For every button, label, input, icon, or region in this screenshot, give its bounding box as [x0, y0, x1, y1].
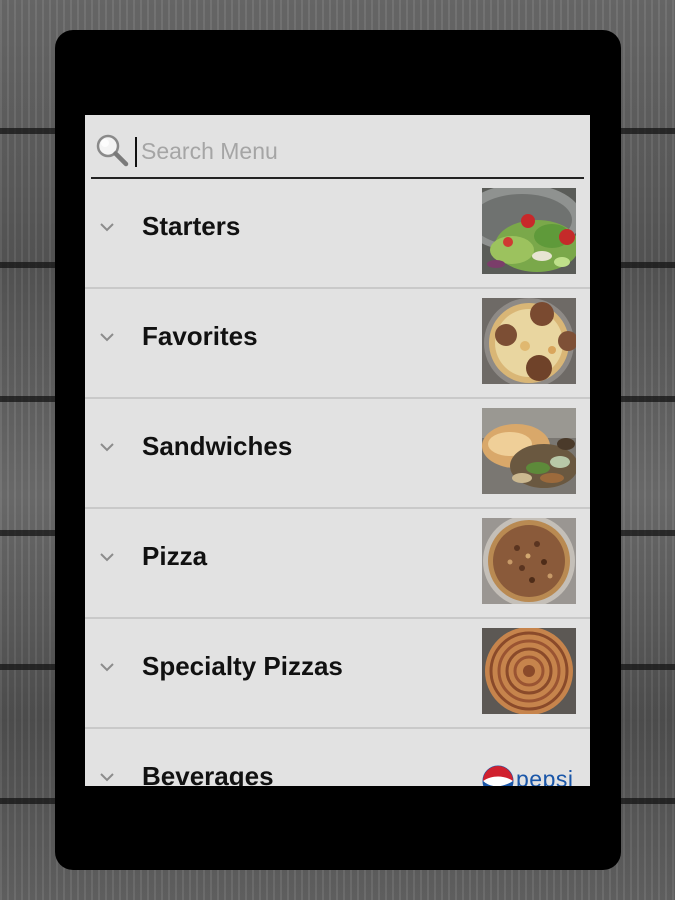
sausage-pizza-photo — [482, 518, 576, 604]
pinwheel-pizza-photo — [482, 628, 576, 714]
menu-category-list: Starters Favorites Sandwiches Pizza Spec… — [85, 179, 590, 786]
salad-photo — [482, 188, 576, 274]
chevron-down-icon — [100, 333, 114, 342]
pepsi-wordmark: pepsi — [516, 766, 574, 786]
search-input[interactable] — [141, 133, 561, 169]
category-label: Pizza — [142, 541, 208, 571]
category-label: Starters — [142, 211, 241, 241]
menu-category-starters[interactable]: Starters — [85, 179, 590, 289]
category-label: Beverages — [142, 761, 274, 786]
meatball-pizza-photo — [482, 298, 576, 384]
pepsi-logo: pepsi — [482, 765, 578, 786]
menu-category-specialty-pizzas[interactable]: Specialty Pizzas — [85, 619, 590, 729]
chevron-down-icon — [100, 553, 114, 562]
chevron-down-icon — [100, 443, 114, 452]
search-bar[interactable] — [91, 115, 584, 179]
category-label: Sandwiches — [142, 431, 293, 461]
tablet-frame: Starters — [55, 30, 621, 870]
menu-category-sandwiches[interactable]: Sandwiches — [85, 399, 590, 509]
magnifier-icon — [96, 134, 129, 167]
menu-category-favorites[interactable]: Favorites — [85, 289, 590, 399]
chevron-down-icon — [100, 223, 114, 232]
chevron-down-icon — [100, 663, 114, 672]
cheesesteak-photo — [482, 408, 576, 494]
category-label: Specialty Pizzas — [142, 651, 343, 681]
text-cursor — [135, 137, 137, 167]
menu-category-pizza[interactable]: Pizza — [85, 509, 590, 619]
pepsi-globe-icon — [482, 765, 514, 786]
menu-category-beverages[interactable]: Beverages pepsi — [85, 729, 590, 786]
category-label: Favorites — [142, 321, 258, 351]
chevron-down-icon — [100, 773, 114, 782]
app-screen: Starters — [85, 115, 590, 786]
